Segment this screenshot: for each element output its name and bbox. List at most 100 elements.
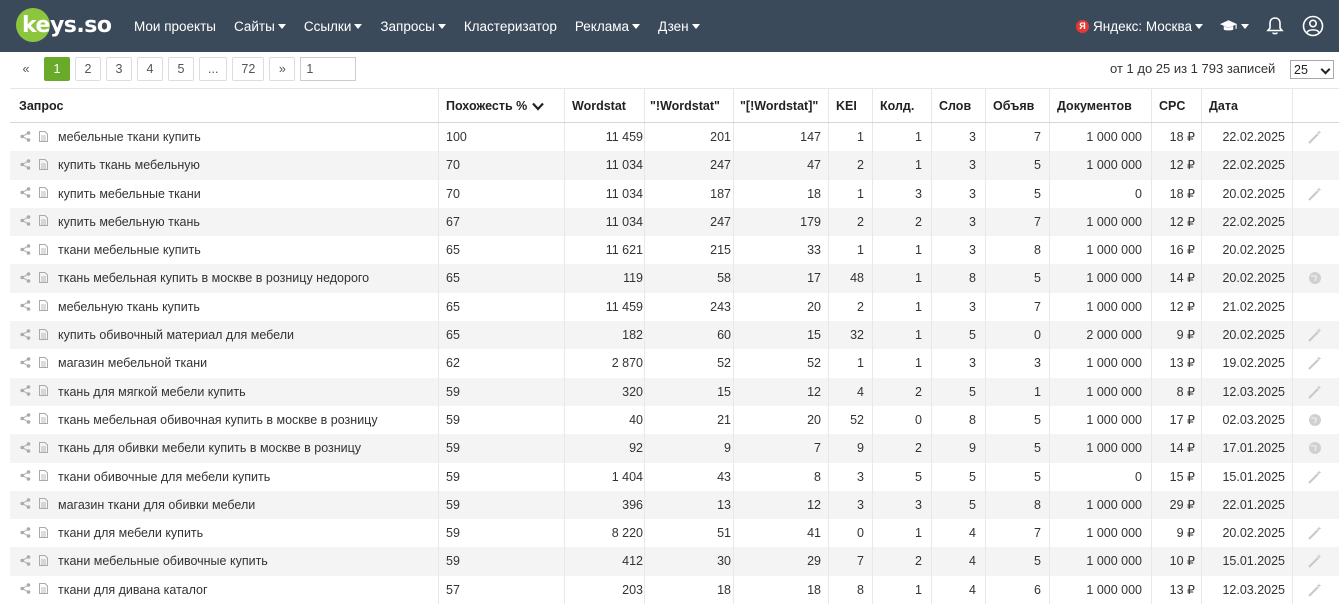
col-header-docs[interactable]: Документов: [1057, 89, 1132, 123]
cell-query[interactable]: ткани обивочные для мебели купить: [58, 463, 438, 491]
col-header-date[interactable]: Дата: [1209, 89, 1238, 123]
col-header-wordstat-brackets[interactable]: "[!Wordstat]": [740, 89, 818, 123]
document-icon[interactable]: [39, 214, 48, 229]
cell-query[interactable]: купить ткань мебельную: [58, 151, 438, 179]
globe-icon[interactable]: [1307, 440, 1323, 456]
region-selector[interactable]: Я Яндекс: Москва: [1076, 19, 1203, 34]
document-icon[interactable]: [39, 441, 48, 456]
page-button[interactable]: 4: [137, 57, 163, 81]
magic-wand-icon[interactable]: [1307, 129, 1323, 145]
logo[interactable]: keys.so: [16, 5, 112, 45]
cell-query[interactable]: купить обивочный материал для мебели: [58, 321, 438, 349]
document-icon[interactable]: [39, 554, 48, 569]
document-icon[interactable]: [39, 130, 48, 145]
col-header-kei[interactable]: KEI: [836, 89, 857, 123]
share-icon[interactable]: [20, 186, 31, 201]
nav-item-0[interactable]: Мои проекты: [134, 19, 216, 34]
col-header-wordstat[interactable]: Wordstat: [572, 89, 626, 123]
document-icon[interactable]: [39, 186, 48, 201]
per-page-select[interactable]: 25: [1290, 60, 1334, 79]
cell-query[interactable]: мебельную ткань купить: [58, 293, 438, 321]
magic-wand-icon[interactable]: [1307, 582, 1323, 598]
cell-query[interactable]: купить мебельную ткань: [58, 208, 438, 236]
share-icon[interactable]: [20, 412, 31, 427]
magic-wand-icon[interactable]: [1307, 469, 1323, 485]
cell-query[interactable]: магазин ткани для обивки мебели: [58, 491, 438, 519]
share-icon[interactable]: [20, 582, 31, 597]
nav-item-1[interactable]: Сайты: [234, 19, 286, 34]
magic-wand-icon[interactable]: [1307, 186, 1323, 202]
share-icon[interactable]: [20, 243, 31, 258]
notifications-button[interactable]: [1263, 14, 1287, 38]
col-header-cpc[interactable]: CPC: [1159, 89, 1185, 123]
sort-desc-icon[interactable]: [527, 99, 545, 113]
share-icon[interactable]: [20, 554, 31, 569]
cell-query[interactable]: купить мебельные ткани: [58, 180, 438, 208]
nav-item-4[interactable]: Кластеризатор: [464, 19, 557, 34]
col-header-obyav[interactable]: Объяв: [993, 89, 1034, 123]
share-icon[interactable]: [20, 469, 31, 484]
cell-query[interactable]: ткань мебельная обивочная купить в москв…: [58, 406, 438, 434]
share-icon[interactable]: [20, 328, 31, 343]
nav-item-5[interactable]: Реклама: [575, 19, 641, 34]
share-icon[interactable]: [20, 299, 31, 314]
page-button[interactable]: 1: [44, 57, 70, 81]
page-button[interactable]: 3: [106, 57, 132, 81]
magic-wand-icon[interactable]: [1307, 553, 1323, 569]
document-icon[interactable]: [39, 328, 48, 343]
globe-icon[interactable]: [1307, 412, 1323, 428]
share-icon[interactable]: [20, 384, 31, 399]
cell-query[interactable]: ткани для мебели купить: [58, 519, 438, 547]
document-icon[interactable]: [39, 582, 48, 597]
cell-query[interactable]: мебельные ткани купить: [58, 123, 438, 151]
nav-item-2[interactable]: Ссылки: [304, 19, 363, 34]
document-icon[interactable]: [39, 243, 48, 258]
col-header-similarity[interactable]: Похожесть %: [446, 89, 545, 123]
nav-item-6[interactable]: Дзен: [658, 19, 700, 34]
page-number-input[interactable]: [300, 57, 357, 81]
cell-query[interactable]: ткани мебельные обивочные купить: [58, 547, 438, 575]
page-button[interactable]: 72: [232, 57, 265, 81]
magic-wand-icon[interactable]: [1307, 525, 1323, 541]
cell-query[interactable]: ткань мебельная купить в москве в розниц…: [58, 264, 438, 292]
cell-query[interactable]: ткань для обивки мебели купить в москве …: [58, 434, 438, 462]
prev-page-button[interactable]: «: [13, 57, 39, 81]
share-icon[interactable]: [20, 271, 31, 286]
document-icon[interactable]: [39, 158, 48, 173]
share-icon[interactable]: [20, 130, 31, 145]
column-divider: [733, 123, 734, 152]
share-icon[interactable]: [20, 497, 31, 512]
column-divider: [438, 179, 439, 208]
share-icon[interactable]: [20, 356, 31, 371]
col-header-slov[interactable]: Слов: [939, 89, 971, 123]
col-header-wordstat-excl[interactable]: "!Wordstat": [650, 89, 720, 123]
col-header-kold[interactable]: Колд.: [880, 89, 914, 123]
magic-wand-icon[interactable]: [1307, 327, 1323, 343]
page-button[interactable]: 5: [168, 57, 194, 81]
document-icon[interactable]: [39, 526, 48, 541]
share-icon[interactable]: [20, 526, 31, 541]
share-icon[interactable]: [20, 158, 31, 173]
globe-icon[interactable]: [1307, 270, 1323, 286]
cell-query[interactable]: ткани мебельные купить: [58, 236, 438, 264]
magic-wand-icon[interactable]: [1307, 355, 1323, 371]
document-icon[interactable]: [39, 412, 48, 427]
document-icon[interactable]: [39, 271, 48, 286]
col-header-query[interactable]: Запрос: [19, 89, 63, 123]
cell-query[interactable]: ткань для мягкой мебели купить: [58, 378, 438, 406]
page-button[interactable]: 2: [75, 57, 101, 81]
cell-query[interactable]: магазин мебельной ткани: [58, 349, 438, 377]
share-icon[interactable]: [20, 441, 31, 456]
document-icon[interactable]: [39, 384, 48, 399]
document-icon[interactable]: [39, 356, 48, 371]
document-icon[interactable]: [39, 497, 48, 512]
document-icon[interactable]: [39, 469, 48, 484]
education-menu[interactable]: [1219, 14, 1249, 38]
profile-button[interactable]: [1301, 14, 1325, 38]
cell-query[interactable]: ткани для дивана каталог: [58, 576, 438, 604]
nav-item-3[interactable]: Запросы: [380, 19, 446, 34]
share-icon[interactable]: [20, 214, 31, 229]
next-page-button[interactable]: »: [269, 57, 296, 81]
magic-wand-icon[interactable]: [1307, 384, 1323, 400]
document-icon[interactable]: [39, 299, 48, 314]
